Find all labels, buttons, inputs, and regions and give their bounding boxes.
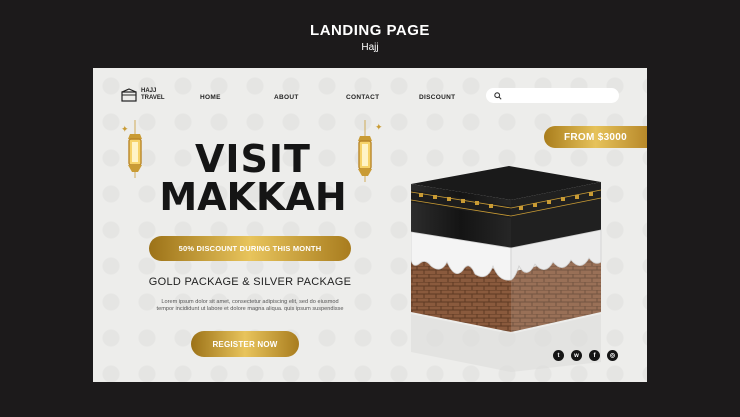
search-bar[interactable] (486, 88, 619, 103)
nav-discount[interactable]: DISCOUNT (419, 94, 455, 101)
hero-heading: VISIT MAKKAH (133, 140, 373, 216)
logo-line2: TRAVEL (141, 95, 165, 101)
logo[interactable]: HAJJ TRAVEL (121, 88, 165, 102)
page-title: LANDING PAGE (310, 22, 430, 39)
twitter-icon[interactable]: t (553, 350, 564, 361)
description-line1: Lorem ipsum dolor sit amet, consectetur … (161, 299, 339, 305)
description-text: Lorem ipsum dolor sit amet, consectetur … (133, 299, 367, 313)
description-line2: tempor incididunt ut labore et dolore ma… (156, 306, 344, 312)
landing-card: HAJJ TRAVEL HOME ABOUT CONTACT DISCOUNT … (93, 68, 647, 382)
nav-about[interactable]: ABOUT (274, 94, 299, 101)
kaaba-logo-icon (121, 88, 137, 102)
discount-badge: 50% DISCOUNT DURING THIS MONTH (149, 236, 351, 261)
hero-line1: VISIT (195, 137, 311, 181)
kaaba-illustration (411, 166, 602, 372)
nav-contact[interactable]: CONTACT (346, 94, 379, 101)
whatsapp-icon[interactable]: w (571, 350, 582, 361)
search-input[interactable] (506, 92, 616, 99)
facebook-icon[interactable]: f (589, 350, 600, 361)
page-subtitle: Hajj (361, 42, 379, 53)
logo-line1: HAJJ (141, 88, 157, 94)
instagram-icon[interactable]: ◎ (607, 350, 618, 361)
register-button[interactable]: REGISTER NOW (191, 331, 299, 357)
search-icon (494, 91, 502, 100)
price-tag: FROM $3000 (544, 126, 647, 148)
packages-text: GOLD PACKAGE & SILVER PACKAGE (148, 276, 352, 288)
svg-text:✦: ✦ (121, 124, 129, 134)
nav-home[interactable]: HOME (200, 94, 221, 101)
hero-line2: MAKKAH (159, 175, 347, 219)
svg-text:✦: ✦ (375, 122, 383, 132)
